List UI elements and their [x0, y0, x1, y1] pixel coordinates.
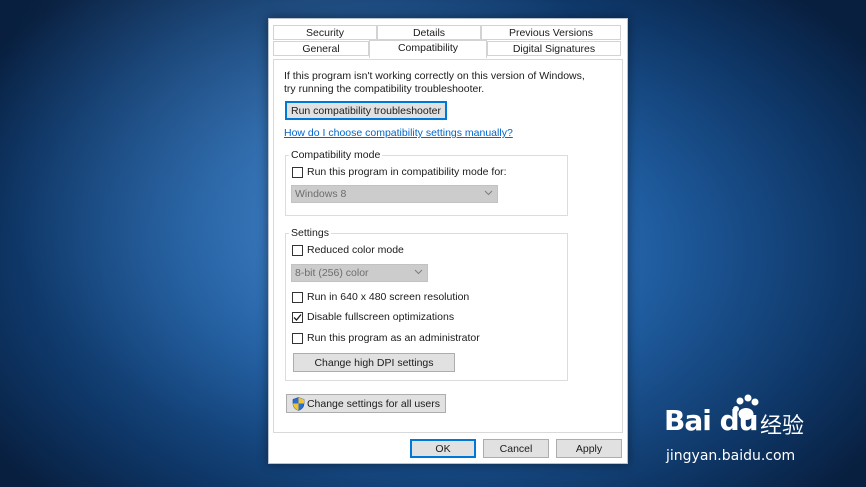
chevron-down-icon	[414, 269, 423, 275]
paw-icon	[733, 394, 759, 420]
run-troubleshooter-button[interactable]: Run compatibility troubleshooter	[285, 101, 447, 120]
tab-compatibility[interactable]: Compatibility	[369, 40, 487, 58]
settings-title: Settings	[289, 227, 331, 239]
tab-previous-versions[interactable]: Previous Versions	[481, 25, 621, 40]
os-version-select[interactable]: Windows 8	[291, 185, 498, 203]
checkmark-icon	[293, 314, 302, 321]
apply-button[interactable]: Apply	[556, 439, 622, 458]
admin-checkbox[interactable]	[292, 333, 303, 344]
compat-mode-checkbox[interactable]	[292, 167, 303, 178]
reduced-color-checkbox[interactable]	[292, 245, 303, 256]
res-640-label: Run in 640 x 480 screen resolution	[307, 291, 470, 303]
cancel-button[interactable]: Cancel	[483, 439, 549, 458]
ok-button[interactable]: OK	[410, 439, 476, 458]
change-all-users-button[interactable]: Change settings for all users	[286, 394, 446, 413]
tab-digital-signatures[interactable]: Digital Signatures	[487, 41, 621, 56]
compat-help-link[interactable]: How do I choose compatibility settings m…	[284, 127, 513, 139]
change-dpi-button[interactable]: Change high DPI settings	[293, 353, 455, 372]
reduced-color-label: Reduced color mode	[307, 244, 404, 256]
chevron-down-icon	[484, 190, 493, 196]
properties-dialog: Security Details Previous Versions Gener…	[268, 18, 628, 464]
color-depth-value: 8-bit (256) color	[295, 267, 369, 279]
res-640-checkbox[interactable]	[292, 292, 303, 303]
change-all-users-label: Change settings for all users	[306, 397, 441, 410]
uac-shield-icon	[292, 396, 305, 411]
baidu-jingyan-text: 经验	[760, 414, 805, 439]
baidu-url: jingyan.baidu.com	[666, 448, 796, 464]
tab-details[interactable]: Details	[377, 25, 481, 40]
fullscreen-opt-label: Disable fullscreen optimizations	[307, 311, 455, 323]
compat-mode-label: Run this program in compatibility mode f…	[307, 166, 507, 178]
compat-mode-title: Compatibility mode	[289, 149, 383, 161]
admin-label: Run this program as an administrator	[307, 332, 480, 344]
os-version-value: Windows 8	[295, 188, 347, 200]
intro-line-1: If this program isn't working correctly …	[284, 70, 585, 82]
fullscreen-opt-checkbox[interactable]	[292, 312, 303, 323]
tab-security[interactable]: Security	[273, 25, 377, 40]
color-depth-select[interactable]: 8-bit (256) color	[291, 264, 428, 282]
baidu-watermark: Bai du 经验 jingyan.baidu.com	[664, 390, 824, 470]
intro-line-2: try running the compatibility troublesho…	[284, 83, 485, 95]
tab-general[interactable]: General	[273, 41, 369, 56]
